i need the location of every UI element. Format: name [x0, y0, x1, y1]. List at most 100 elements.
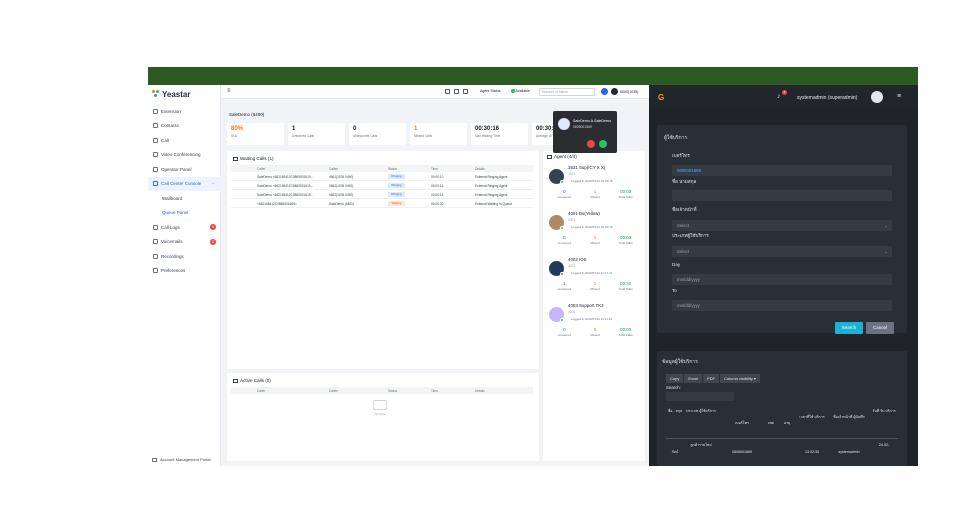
screen-icon[interactable] — [445, 89, 450, 94]
yeastar-app: Yeastar Extension Contacts Call Video Co… — [148, 85, 649, 466]
nav-label: Call Center Console — [161, 181, 202, 187]
table-row[interactable]: SaleDemo <662165412C0865001619... 4662(1… — [231, 172, 533, 181]
nav-operator-panel[interactable]: Operator Panel — [148, 162, 221, 177]
availability-dropdown[interactable]: Available — [511, 89, 530, 93]
chevron-down-icon: ⌄ — [884, 248, 888, 254]
col-header[interactable]: เพศ — [764, 421, 778, 426]
table-row[interactable]: กัลป์ ลูกค้ารายใหม่ 0805001669 13:32:35 … — [666, 440, 898, 466]
table-row[interactable]: <662165412C0865001669> SaleDemo (6400) W… — [231, 199, 533, 208]
nav-preferences[interactable]: Preferences — [148, 264, 221, 279]
no-data-text: No Data — [374, 412, 386, 416]
nav-call[interactable]: Call — [148, 133, 221, 148]
cancel-button[interactable]: Cancel — [866, 322, 894, 334]
metric-missed: 1 Missed — [580, 189, 611, 199]
nav-call-center-console[interactable]: Call Center Console ^ — [148, 176, 221, 191]
dial-number-input[interactable]: Number or Name — [539, 87, 595, 96]
status-dot-icon — [560, 180, 564, 184]
grid-icon[interactable] — [454, 89, 459, 94]
data-title: ข้อมูลผู้ใช้บริการ — [662, 359, 698, 365]
nav-video-conferencing[interactable]: Video Conferencing — [148, 148, 221, 163]
answer-call-button[interactable] — [599, 140, 607, 148]
nav-contacts[interactable]: Contacts — [148, 119, 221, 134]
stat-value: 00:30:16 — [475, 126, 500, 132]
cell-time: 00:00:16 — [431, 183, 444, 188]
col-header[interactable]: ชื่อ - สกุล — [666, 409, 684, 414]
table-row[interactable]: SaleDemo <662165412C0865001619... 4662(1… — [231, 190, 533, 199]
to-date-input[interactable]: mm/dd/yyyy — [672, 300, 892, 311]
nav-wallboard[interactable]: Wallboard — [148, 191, 221, 206]
metric-value: 0 — [563, 189, 566, 194]
user-extension-menu[interactable]: 6000(1035) — [611, 88, 638, 95]
nav-recordings[interactable]: Recordings — [148, 249, 221, 264]
stats-row: 80% SLA 1 Answered Calls 0 Abandoned Calls … — [227, 123, 554, 145]
col-header[interactable]: เบอร์โทร — [722, 421, 762, 426]
window-icon[interactable] — [463, 89, 468, 94]
stat-card: 0 Abandoned Calls — [349, 123, 406, 145]
metric-value: 0 — [563, 327, 566, 332]
reject-call-button[interactable] — [587, 140, 595, 148]
chevron-down-icon: ⌄ — [884, 222, 888, 228]
stat-value: 80% — [231, 126, 244, 132]
agent-login-time: Logged in 2023/03/12 11:17:41 — [571, 271, 613, 275]
waiting-calls-title: Waiting Calls (1) — [233, 156, 274, 161]
phone-active-icon — [233, 378, 238, 383]
service-type-select[interactable]: Select ⌄ — [672, 246, 892, 257]
toolbar-icons — [445, 89, 468, 94]
col-header[interactable]: ประเภท ผู้ใช้บริการ — [686, 409, 716, 414]
headset-icon — [153, 181, 158, 187]
crm-app: G ♪ 2 systemadmin (superadmin) ≡ ผู้ใช้บ… — [649, 85, 918, 466]
availability-label: Available — [515, 89, 531, 93]
cell-details: External:Waiting In Queue — [475, 201, 513, 206]
agent-status-dropdown[interactable]: Agent Status — [480, 89, 501, 93]
dial-call-button[interactable] — [601, 88, 608, 95]
phone-input[interactable]: 0805001669 — [672, 165, 892, 176]
metric-talk: 00:00 Total Talks — [610, 235, 641, 245]
metric-value: 0 — [593, 327, 597, 332]
crm-topbar: G ♪ 2 systemadmin (superadmin) ≡ — [649, 85, 918, 109]
queue-selector[interactable]: SaleDemo (6400) — [229, 112, 264, 117]
hamburger-icon[interactable]: ≡ — [227, 88, 231, 94]
metric-label: Missed — [590, 241, 600, 245]
nav-extension[interactable]: Extension — [148, 104, 221, 119]
agent-card[interactable]: 3531 Sup(ICY X X) 3531 Logged in 2023/03… — [549, 163, 641, 209]
empty-box-icon — [373, 400, 387, 410]
nav-label: Video Conferencing — [161, 152, 201, 158]
table-search-input[interactable] — [666, 392, 734, 401]
col-header[interactable]: อายุ — [780, 421, 794, 426]
yeastar-logo[interactable]: Yeastar — [152, 90, 190, 99]
col-header[interactable]: เวลาที่ใช้ บริการ — [798, 415, 826, 420]
pdf-button[interactable]: PDF — [703, 374, 721, 383]
agent-card[interactable]: 4002 IOS 4002 Logged in 2023/03/12 11:17… — [549, 255, 641, 301]
search-button[interactable]: Search — [835, 322, 863, 334]
bell-icon[interactable]: ♪ — [777, 93, 781, 100]
agent-metrics: 0 Answered 1 Missed 00:00 Total Talks — [549, 235, 641, 245]
metric-value: 1 — [593, 281, 597, 286]
nav-queue-panel[interactable]: Queue Panel — [148, 206, 221, 221]
avatar[interactable] — [871, 91, 883, 103]
day-date-input[interactable]: mm/dd/yyyy — [672, 274, 892, 285]
user-name[interactable]: systemadmin (superadmin) — [797, 95, 857, 101]
agent-card[interactable]: 4001 Bo(Yellow) 4001 Logged in 2023/03/1… — [549, 209, 641, 255]
stat-card: 1 Answered Calls — [288, 123, 345, 145]
stat-value: 1 — [414, 126, 418, 132]
metric-answered: 0 Answered — [549, 235, 580, 245]
copy-button[interactable]: Copy — [666, 374, 685, 383]
nav-voicemails[interactable]: Voicemails 8 — [148, 235, 221, 250]
table-row[interactable]: SaleDemo <662165412C0865001619... 4662(1… — [231, 181, 533, 190]
no-data-placeholder: No Data — [369, 400, 391, 416]
metric-value: 00:00 — [620, 189, 632, 194]
column-visibility-button[interactable]: Column visibility ▾ — [720, 374, 761, 383]
nav-call-logs[interactable]: Call Logs 9 — [148, 220, 221, 235]
account-management-portal-link[interactable]: Account Management Portal — [152, 457, 210, 462]
agent-login-time: Logged in 2023/03/12 15:30:15 — [571, 225, 613, 229]
crm-logo[interactable]: G — [658, 93, 664, 102]
agent-card[interactable]: 4003 Support TK2 4003 Logged in 2023/03/… — [549, 301, 641, 347]
staff-select[interactable]: Select ⌄ — [672, 220, 892, 231]
hamburger-icon[interactable]: ≡ — [897, 93, 901, 100]
stat-card: 00:30:16 Max Waiting Time — [471, 123, 528, 145]
excel-button[interactable]: Excel — [684, 374, 704, 383]
name-input[interactable] — [672, 190, 892, 201]
col-header[interactable]: วันที่ รับ บริการ — [872, 409, 896, 414]
col-header[interactable]: ชื่อเจ้าหน้าที่ ผู้บันทึก — [830, 415, 868, 420]
search-form-card: ผู้ใช้บริการ เบอร์โทร 0805001669 ชื่อ นา… — [657, 125, 907, 333]
